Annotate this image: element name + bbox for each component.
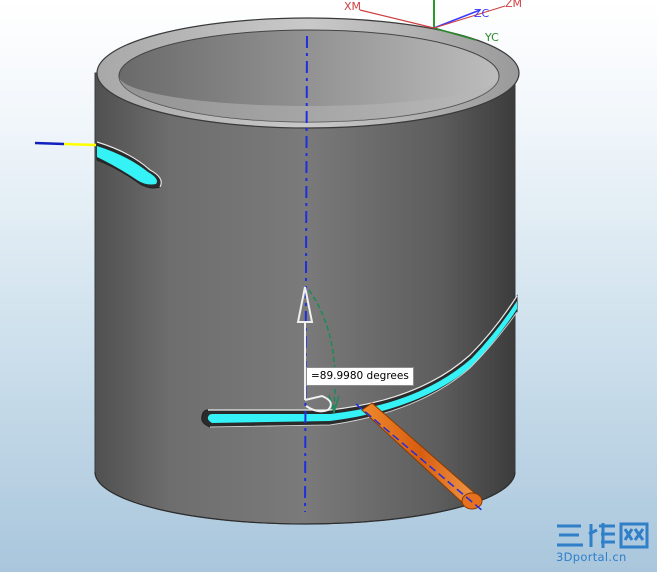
model-canvas[interactable] [0, 0, 657, 572]
watermark-text: 3Dportal.cn [556, 550, 627, 564]
xm-axis-label: XM [344, 0, 362, 13]
zc-axis-label: ZC [474, 7, 490, 20]
yc-axis-label: YC [485, 31, 499, 44]
zm-axis-label: ZM [505, 0, 523, 10]
site-watermark: 3Dportal.cn [555, 520, 651, 566]
watermark-logo-icon [557, 522, 649, 549]
graphics-viewport[interactable]: XM ZC ZM YC =89.9980 degrees 3Dportal.cn [0, 0, 657, 572]
angle-value-tooltip[interactable]: =89.9980 degrees [306, 367, 414, 386]
axis-stub-left [34, 141, 97, 147]
